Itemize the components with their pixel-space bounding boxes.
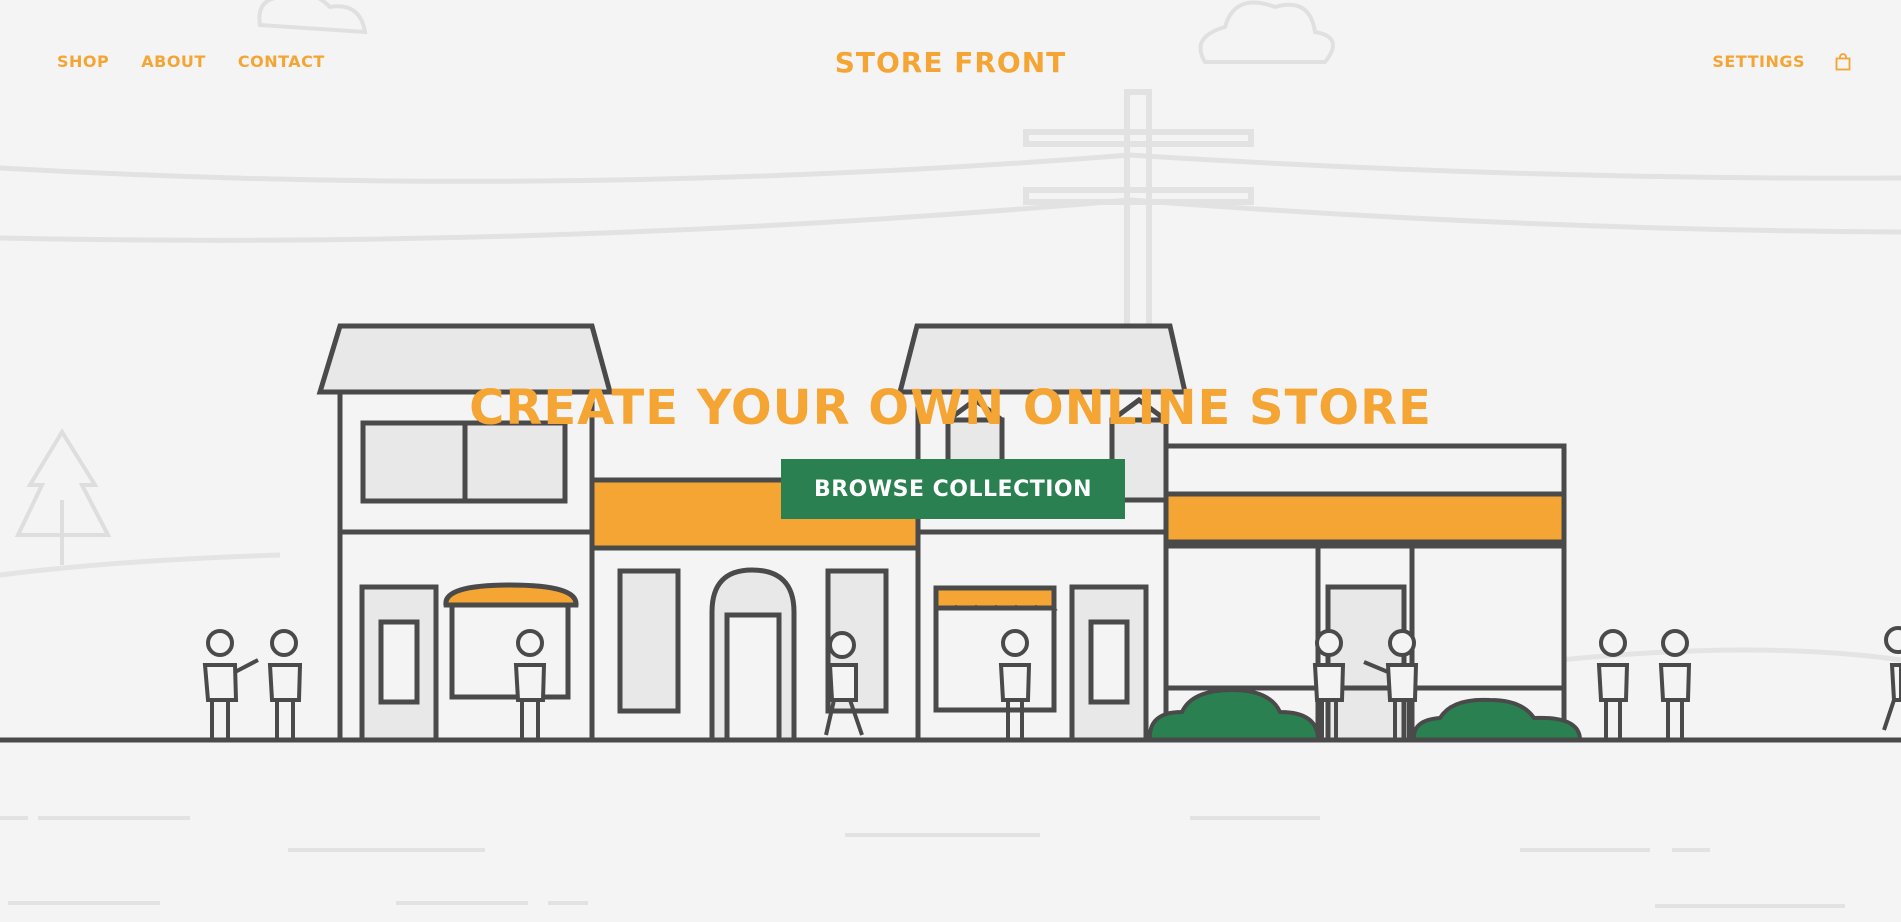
person-figure: [1658, 629, 1692, 740]
building-2: [589, 477, 921, 743]
secondary-nav: SETTINGS: [1712, 52, 1851, 71]
shopping-bag-icon[interactable]: [1835, 52, 1851, 71]
nav-about-link[interactable]: ABOUT: [141, 52, 206, 71]
browse-collection-button[interactable]: BROWSE COLLECTION: [781, 459, 1125, 519]
nav-shop-link[interactable]: SHOP: [57, 52, 109, 71]
road-markings: [0, 816, 1845, 908]
settings-link[interactable]: SETTINGS: [1712, 52, 1805, 71]
nav-contact-link[interactable]: CONTACT: [238, 52, 325, 71]
hill: [0, 552, 281, 578]
utility-pole: [1023, 89, 1254, 335]
person-figure: [1882, 626, 1901, 731]
person-figure: [1596, 629, 1630, 740]
cloud-icon: [257, 0, 368, 35]
brand-logo[interactable]: STORE FRONT: [835, 46, 1067, 79]
primary-nav: SHOP ABOUT CONTACT: [57, 52, 325, 71]
power-lines: [0, 152, 1901, 243]
person-figure: [267, 629, 303, 740]
cloud-icon: [1198, 0, 1335, 64]
person-figure: [202, 629, 259, 740]
hero-title: CREATE YOUR OWN ONLINE STORE: [469, 380, 1432, 436]
tree-icon: [14, 428, 112, 565]
